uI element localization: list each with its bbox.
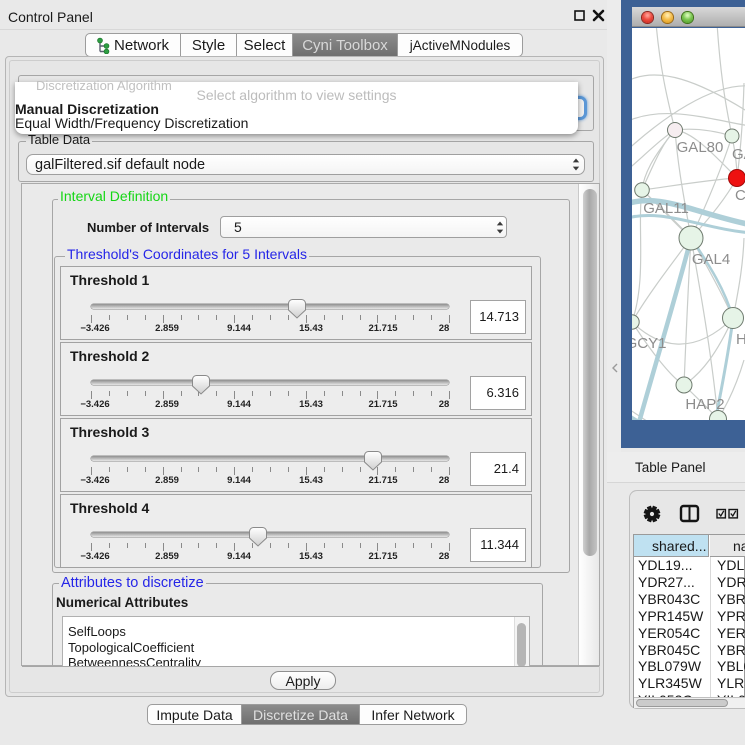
svg-text:GA: GA [732, 146, 745, 163]
svg-text:GAL80: GAL80 [677, 139, 724, 156]
svg-text:GCY1: GCY1 [632, 335, 666, 352]
svg-text:GAL4: GAL4 [692, 251, 730, 268]
svg-text:GAL11: GAL11 [643, 200, 689, 217]
svg-text:HA: HA [736, 331, 745, 348]
svg-text:HAP2: HAP2 [685, 396, 724, 413]
svg-text:C: C [735, 187, 745, 204]
